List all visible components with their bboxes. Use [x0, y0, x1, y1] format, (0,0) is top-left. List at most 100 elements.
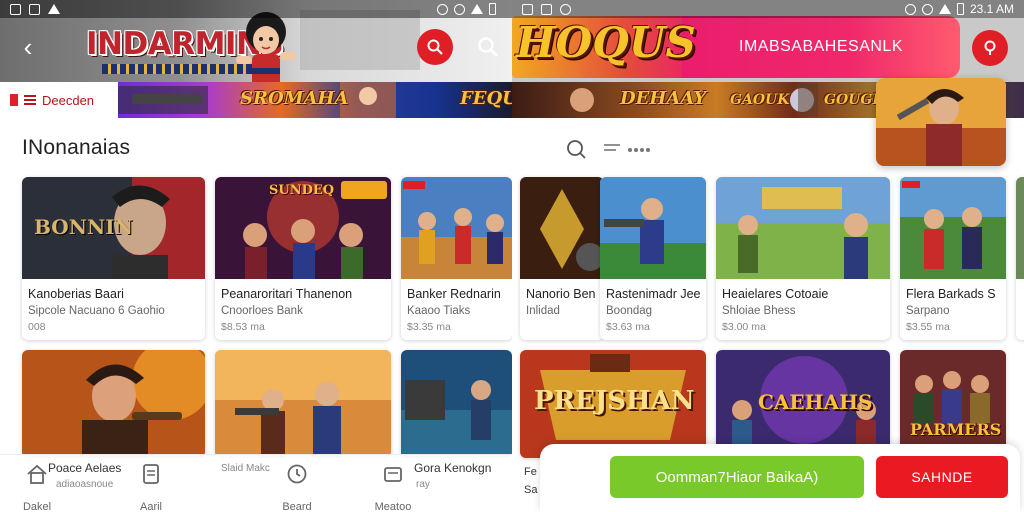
status-time: 23.1 AM: [969, 2, 1014, 16]
primary-action-button[interactable]: Oomman7Hiaor BaikaA): [610, 456, 864, 498]
search-chat-icon[interactable]: [564, 138, 588, 160]
game-thumbnail: SUNDEQ: [215, 177, 391, 279]
gallery-icon: [29, 3, 40, 15]
card-subtitle: Sarpano: [906, 305, 950, 317]
game-card[interactable]: Flera Barkads S Sarpano $3.55 ma: [900, 177, 1006, 340]
tab-history[interactable]: Beard: [262, 463, 332, 512]
search-icon: [427, 39, 443, 55]
hero-banner[interactable]: IMABSABAHESANLK: [682, 16, 960, 78]
game-card[interactable]: BONNIN Kanoberias Baari Sipcole Nacuano …: [22, 177, 205, 340]
back-arrow-icon[interactable]: ‹: [14, 34, 42, 62]
card-title: Kanoberias Baari: [28, 287, 124, 301]
alarm-icon: [921, 3, 933, 15]
search-button[interactable]: [417, 29, 453, 65]
game-card[interactable]: [22, 350, 205, 458]
tab-home-label: Dakel: [22, 501, 52, 512]
tab-library-label: Aaril: [139, 501, 162, 512]
preview-card[interactable]: [876, 78, 1006, 166]
banner-title-a: SROMAHA: [240, 88, 349, 109]
card-subtitle: Sipcole Nacuano 6 Gaohio: [28, 305, 165, 317]
download-icon: [560, 3, 571, 15]
game-thumbnail: [22, 350, 205, 458]
game-thumbnail: BONNIN: [22, 177, 205, 279]
battery-icon: [489, 3, 496, 15]
card-meta: $3.55 ma: [906, 321, 950, 333]
tab-library[interactable]: Aaril: [116, 463, 186, 512]
card-title: Rastenimadr Jee: [606, 287, 701, 301]
right-screen: IMABSABAHESANLK HOQUS 23.1 AM DEHAAY GAO…: [512, 0, 1024, 512]
secondary-action-button[interactable]: SAHNDE: [876, 456, 1008, 498]
pin-icon: [984, 40, 996, 55]
thumbnail-text: SUNDEQ: [269, 183, 335, 198]
card-title: Nanorio Ben: [526, 287, 596, 301]
filter-icon[interactable]: [604, 142, 652, 156]
card-meta: $3.63 ma: [606, 321, 650, 333]
thumbnail-text: CAEHAHS: [758, 390, 873, 414]
secondary-action-label: SAHNDE: [911, 469, 973, 485]
hero-banner-text: IMABSABAHESANLK: [739, 38, 903, 55]
game-thumbnail: [600, 177, 706, 279]
card-title: Banker Rednarin: [407, 287, 501, 301]
game-card[interactable]: SUNDEQ Peanaroritari Thanenon Cnoorloes …: [215, 177, 391, 340]
hero-header: IMABSABAHESANLK HOQUS 23.1 AM: [512, 0, 1024, 82]
game-card[interactable]: [401, 350, 512, 458]
app-header: ‹ INDARMINS: [0, 0, 512, 82]
bluetooth-icon: [904, 3, 916, 15]
card-subtitle: Shloiae Bhess: [722, 305, 796, 317]
card-meta: $3.35 ma: [407, 321, 451, 333]
thumbnail-text: BONNIN: [34, 215, 133, 239]
alarm-icon: [454, 3, 465, 15]
signal-icon: [938, 4, 951, 14]
banner-title-a: DEHAAY: [620, 88, 707, 109]
game-card[interactable]: Heaielares Cotoaie Shloiae Bhess $3.00 m…: [716, 177, 890, 340]
section-title: INonanaias: [22, 136, 131, 159]
menu-icon: [24, 95, 36, 105]
game-thumbnail: [215, 350, 391, 458]
peek-caption-a: Fe: [524, 466, 537, 478]
card-subtitle: Cnoorloes Bank: [221, 305, 303, 317]
bottom-tab-bar: Poace Aelaes adiaoasnoue Slaid Makc Gora…: [0, 454, 512, 512]
game-card[interactable]: [215, 350, 391, 458]
card-title: Flera Barkads S: [906, 287, 996, 301]
gallery-icon: [541, 3, 552, 15]
tab-home[interactable]: Dakel: [2, 463, 72, 512]
game-card[interactable]: PARMERS: [900, 350, 1006, 458]
app-logo: INDARMINS: [80, 12, 296, 82]
status-bar: [0, 0, 512, 18]
card-title: Peanaroritari Thanenon: [221, 287, 353, 301]
banner-title-b: FEQUA: [460, 88, 512, 109]
game-thumbnail: [900, 350, 1006, 458]
image-icon: [522, 3, 533, 15]
search-plain-button[interactable]: [470, 29, 506, 65]
peek-caption-b: Sa: [524, 484, 538, 496]
left-screen: ‹ INDARMINS Deecden SROMAHA FEQ INonanai…: [0, 0, 512, 512]
search-icon: [478, 37, 498, 57]
home-icon: [27, 464, 47, 484]
game-card[interactable]: Banker Rednarin Kaaoo Tiaks $3.35 ma: [401, 177, 512, 340]
game-card[interactable]: Nanorio Ben Inlidad: [520, 177, 604, 340]
badge-icon: [10, 94, 18, 106]
location-button[interactable]: [972, 30, 1008, 66]
game-card[interactable]: CAEHAHS: [716, 350, 890, 458]
game-thumbnail: [401, 177, 512, 279]
card-meta: $3.00 ma: [722, 321, 766, 333]
game-card-peek[interactable]: [1016, 177, 1024, 340]
tab-messages[interactable]: Meatoo: [358, 463, 428, 512]
banner-label[interactable]: Deecden: [0, 82, 118, 118]
signal-icon: [471, 4, 483, 14]
game-card[interactable]: PREJSHAN: [520, 350, 706, 458]
action-sheet: Oomman7Hiaor BaikaA) SAHNDE: [540, 444, 1020, 512]
hero-title: HOQUS: [516, 18, 696, 67]
battery-icon: [956, 3, 964, 15]
status-bar: 23.1 AM: [512, 0, 1024, 18]
promo-banner[interactable]: Deecden SROMAHA FEQUA: [0, 82, 512, 118]
card-subtitle: Boondag: [606, 305, 653, 317]
primary-action-label: Oomman7Hiaor BaikaA): [655, 468, 819, 486]
game-thumbnail: [900, 177, 1006, 279]
tab-history-label: Beard: [282, 501, 312, 512]
image-icon: [10, 3, 21, 15]
tab-messages-label: Meatoo: [374, 501, 412, 512]
card-meta: 008: [28, 321, 46, 333]
warning-icon: [48, 4, 60, 14]
game-card[interactable]: Rastenimadr Jee Boondag $3.63 ma: [600, 177, 706, 340]
